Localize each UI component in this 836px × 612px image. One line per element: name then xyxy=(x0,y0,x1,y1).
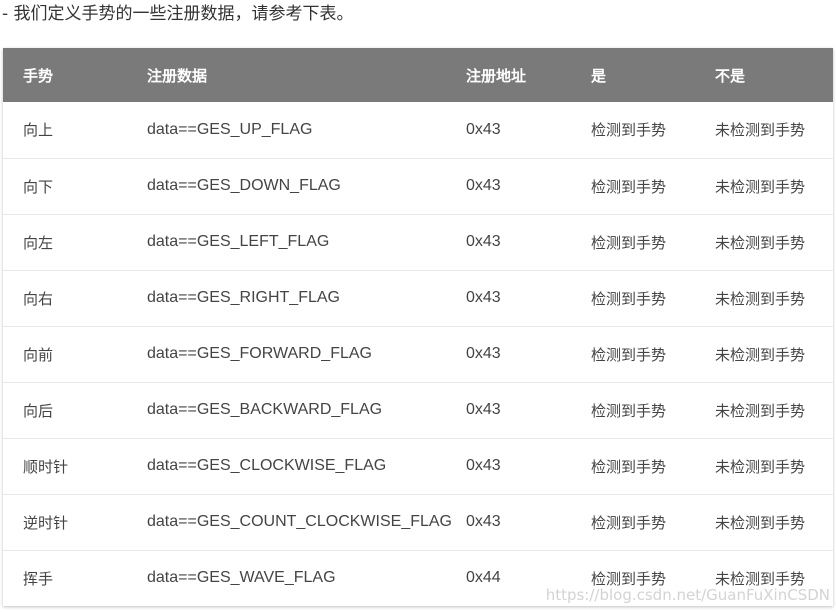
header-registration-address: 注册地址 xyxy=(466,66,527,85)
cell-gesture: 向后 xyxy=(23,401,54,420)
cell-yes: 检测到手势 xyxy=(591,177,667,196)
cell-registration-address: 0x43 xyxy=(466,457,501,474)
cell-no: 未检测到手势 xyxy=(715,289,806,308)
table-row: 向右 data==GES_RIGHT_FLAG 0x43 检测到手势 未检测到手势 xyxy=(3,270,833,326)
cell-gesture: 向上 xyxy=(23,121,54,140)
cell-gesture: 顺时针 xyxy=(23,457,69,476)
cell-yes: 检测到手势 xyxy=(591,401,667,420)
cell-registration-address: 0x43 xyxy=(466,289,501,306)
cell-registration-data: data==GES_DOWN_FLAG xyxy=(147,177,341,194)
cell-no: 未检测到手势 xyxy=(715,121,806,140)
cell-no: 未检测到手势 xyxy=(715,177,806,196)
table-body: 向上 data==GES_UP_FLAG 0x43 检测到手势 未检测到手势 向下 data… xyxy=(3,102,833,606)
header-gesture: 手势 xyxy=(23,66,54,85)
cell-yes: 检测到手势 xyxy=(591,121,667,140)
cell-registration-data: data==GES_LEFT_FLAG xyxy=(147,233,330,250)
cell-registration-address: 0x43 xyxy=(466,345,501,362)
cell-no: 未检测到手势 xyxy=(715,233,806,252)
cell-registration-data: data==GES_WAVE_FLAG xyxy=(147,569,336,587)
intro-text: - 我们定义手势的一些注册数据，请参考下表。 xyxy=(2,4,354,24)
cell-gesture: 向右 xyxy=(23,289,54,308)
cell-no: 未检测到手势 xyxy=(715,345,806,364)
cell-yes: 检测到手势 xyxy=(591,457,667,476)
table-row: 向下 data==GES_DOWN_FLAG 0x43 检测到手势 未检测到手势 xyxy=(3,158,833,214)
cell-yes: 检测到手势 xyxy=(591,345,667,364)
cell-gesture: 向前 xyxy=(23,345,54,364)
cell-gesture: 逆时针 xyxy=(23,513,69,532)
cell-no: 未检测到手势 xyxy=(715,513,806,532)
gesture-registration-table-card: 手势 注册数据 注册地址 是 不是 向上 data==GES_UP_FLAG 0x4… xyxy=(3,48,833,606)
table-row: 向上 data==GES_UP_FLAG 0x43 检测到手势 未检测到手势 xyxy=(3,102,833,158)
header-registration-data: 注册数据 xyxy=(147,66,208,85)
watermark: https://blog.csdn.net/GuanFuXinCSDN xyxy=(545,586,830,604)
cell-gesture: 向下 xyxy=(23,177,54,196)
cell-yes: 检测到手势 xyxy=(591,513,667,532)
cell-registration-data: data==GES_UP_FLAG xyxy=(147,120,313,138)
cell-registration-address: 0x43 xyxy=(466,120,501,138)
cell-gesture: 挥手 xyxy=(23,569,54,588)
cell-registration-address: 0x43 xyxy=(466,401,501,418)
cell-registration-address: 0x43 xyxy=(466,513,501,530)
cell-registration-address: 0x43 xyxy=(466,177,501,194)
table-row: 向左 data==GES_LEFT_FLAG 0x43 检测到手势 未检测到手势 xyxy=(3,214,833,270)
cell-registration-data: data==GES_FORWARD_FLAG xyxy=(147,345,372,362)
cell-registration-address: 0x43 xyxy=(466,233,501,250)
cell-yes: 检测到手势 xyxy=(591,233,667,252)
cell-no: 未检测到手势 xyxy=(715,401,806,420)
header-yes: 是 xyxy=(591,66,607,85)
cell-registration-data: data==GES_RIGHT_FLAG xyxy=(147,289,340,306)
cell-registration-data: data==GES_CLOCKWISE_FLAG xyxy=(147,457,387,474)
table-header-row: 手势 注册数据 注册地址 是 不是 xyxy=(3,48,833,102)
cell-yes: 检测到手势 xyxy=(591,289,667,308)
table-row: 顺时针 data==GES_CLOCKWISE_FLAG 0x43 检测到手势 未检测到… xyxy=(3,438,833,494)
cell-registration-data: data==GES_BACKWARD_FLAG xyxy=(147,401,383,418)
table-row: 向后 data==GES_BACKWARD_FLAG 0x43 检测到手势 未检测到手势 xyxy=(3,382,833,438)
table-row: 逆时针 data==GES_COUNT_CLOCKWISE_FLAG 0x43 检测到… xyxy=(3,494,833,550)
table-header: 手势 注册数据 注册地址 是 不是 xyxy=(3,48,833,102)
gesture-registration-table: 手势 注册数据 注册地址 是 不是 向上 data==GES_UP_FLAG 0x4… xyxy=(3,48,833,606)
cell-gesture: 向左 xyxy=(23,233,54,252)
header-no: 不是 xyxy=(715,66,746,85)
cell-registration-data: data==GES_COUNT_CLOCKWISE_FLAG xyxy=(147,513,452,530)
table-row: 向前 data==GES_FORWARD_FLAG 0x43 检测到手势 未检测到手势 xyxy=(3,326,833,382)
cell-no: 未检测到手势 xyxy=(715,457,806,476)
